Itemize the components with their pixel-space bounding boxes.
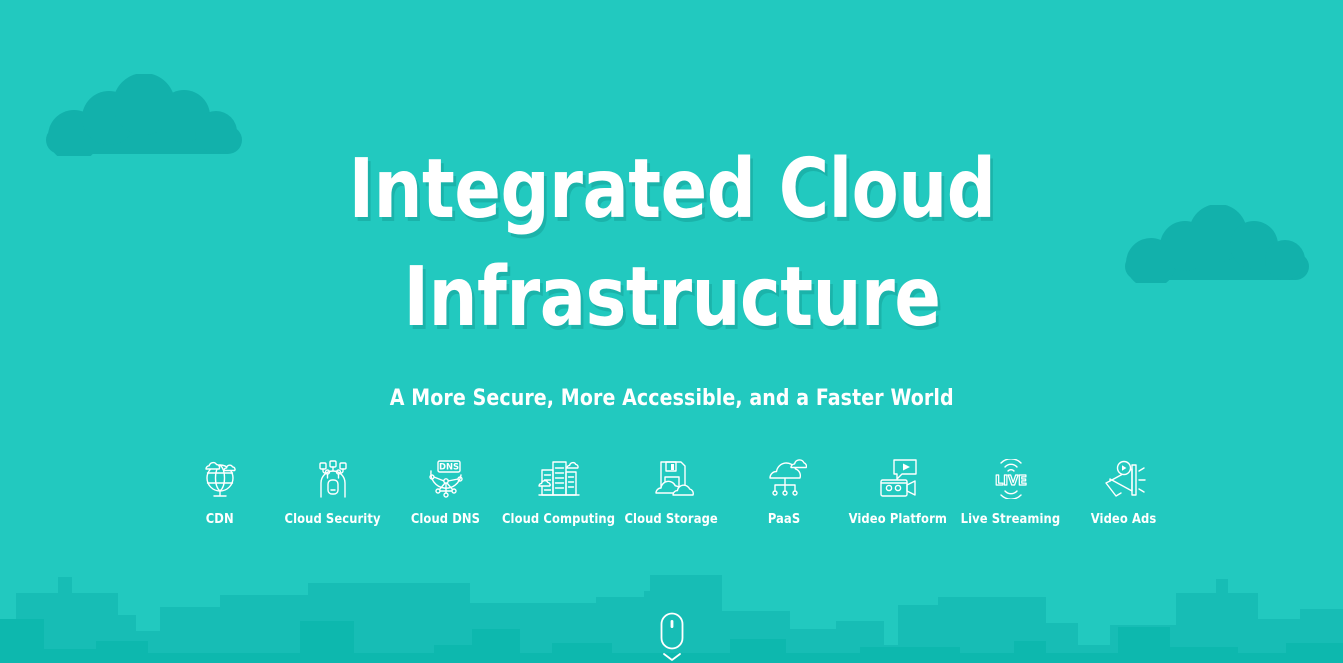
hero-section: Integrated Cloud Infrastructure A More S…	[0, 0, 1343, 663]
cloud-nodes-icon	[761, 457, 809, 501]
service-item-cloud-computing[interactable]: Cloud Computing	[502, 457, 615, 527]
service-label: Cloud Security	[284, 511, 381, 528]
headline-line-2: Infrastructure	[403, 250, 940, 346]
page-subtitle: A More Secure, More Accessible, and a Fa…	[389, 386, 954, 412]
service-item-cloud-dns[interactable]: DNS Cloud DNS	[389, 457, 502, 527]
megaphone-play-icon	[1100, 457, 1148, 501]
service-item-cloud-storage[interactable]: Cloud Storage	[615, 457, 728, 527]
floppy-cloud-icon	[648, 457, 696, 501]
service-label: Video Platform	[848, 511, 947, 528]
service-label: Live Streaming	[960, 511, 1061, 528]
service-label: Cloud Storage	[624, 511, 719, 528]
service-item-paas[interactable]: PaaS	[728, 457, 841, 527]
scroll-mouse-icon	[659, 611, 685, 651]
service-item-live-streaming[interactable]: LIVE Live Streaming	[954, 457, 1067, 527]
svg-text:LIVE: LIVE	[994, 474, 1026, 489]
service-item-cdn[interactable]: CDN	[163, 457, 276, 527]
service-label: Video Ads	[1090, 511, 1157, 528]
service-item-cloud-security[interactable]: Cloud Security	[276, 457, 389, 527]
scroll-down-indicator[interactable]	[652, 611, 692, 663]
headline-line-1: Integrated Cloud	[348, 142, 995, 237]
page-title: Integrated Cloud Infrastructure	[346, 136, 997, 352]
dns-network-icon: DNS	[422, 457, 470, 501]
service-label: CDN	[205, 511, 234, 528]
svg-text:DNS: DNS	[439, 462, 459, 472]
service-list: CDN Cloud Security DNS Cloud DNS Cloud C…	[163, 457, 1180, 527]
service-label: Cloud Computing	[501, 511, 616, 528]
video-camera-play-icon	[874, 457, 922, 501]
service-label: Cloud DNS	[410, 511, 481, 528]
globe-cloud-icon	[196, 457, 244, 501]
service-item-video-platform[interactable]: Video Platform	[841, 457, 954, 527]
service-label: PaaS	[768, 511, 801, 528]
shield-network-icon	[309, 457, 357, 501]
server-racks-icon	[535, 457, 583, 501]
hero-content: Integrated Cloud Infrastructure A More S…	[0, 0, 1343, 663]
live-broadcast-icon: LIVE	[987, 457, 1035, 501]
service-item-video-ads[interactable]: Video Ads	[1067, 457, 1180, 527]
chevron-down-icon	[661, 651, 683, 663]
